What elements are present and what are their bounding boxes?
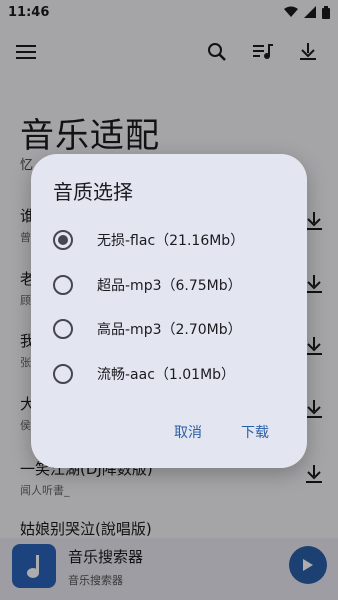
option-label: 流畅-aac（1.01Mb） bbox=[97, 367, 236, 383]
dialog-title: 音质选择 bbox=[53, 180, 133, 204]
quality-option-mp3-high[interactable]: 超品-mp3（6.75Mb） bbox=[53, 270, 293, 300]
radio-selected[interactable] bbox=[53, 230, 73, 250]
option-label: 超品-mp3（6.75Mb） bbox=[97, 278, 242, 294]
quality-dialog: 音质选择 无损-flac（21.16Mb） 超品-mp3（6.75Mb） 高品-… bbox=[31, 154, 307, 468]
quality-option-aac[interactable]: 流畅-aac（1.01Mb） bbox=[53, 359, 293, 389]
radio-unselected[interactable] bbox=[53, 275, 73, 295]
option-label: 高品-mp3（2.70Mb） bbox=[97, 322, 242, 338]
cancel-button[interactable]: 取消 bbox=[174, 422, 202, 442]
radio-unselected[interactable] bbox=[53, 319, 73, 339]
quality-option-mp3-standard[interactable]: 高品-mp3（2.70Mb） bbox=[53, 314, 293, 344]
quality-option-flac[interactable]: 无损-flac（21.16Mb） bbox=[53, 225, 293, 255]
download-confirm-button[interactable]: 下载 bbox=[241, 422, 269, 442]
option-label: 无损-flac（21.16Mb） bbox=[97, 233, 245, 249]
radio-unselected[interactable] bbox=[53, 364, 73, 384]
